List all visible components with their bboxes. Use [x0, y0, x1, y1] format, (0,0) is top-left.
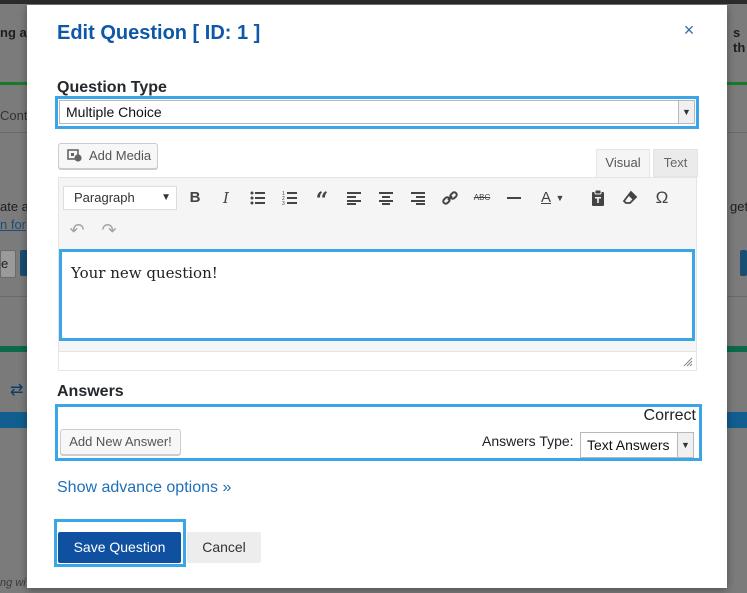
question-type-select[interactable]: Multiple Choice ▼ — [59, 100, 695, 124]
bg-fragment: s th — [733, 25, 746, 55]
redo-icon[interactable]: ↷ — [97, 218, 121, 242]
editor-toolbar: Paragraph ▼ B I 123 “ ABC A ▼ Ω ↶ ↷ — [59, 178, 696, 250]
bold-icon[interactable]: B — [183, 186, 207, 210]
bullet-list-icon[interactable] — [246, 186, 270, 210]
edit-question-modal: Edit Question [ ID: 1 ] × Question Type … — [27, 5, 727, 588]
tab-text[interactable]: Text — [653, 149, 698, 177]
undo-icon[interactable]: ↶ — [65, 218, 89, 242]
bg-button — [740, 250, 747, 276]
bg-footer-fragment: ng wi — [0, 577, 26, 589]
question-content-area[interactable]: Your new question! — [62, 252, 692, 338]
bg-fragment: ng a — [0, 25, 27, 40]
media-icon — [67, 149, 82, 162]
link-icon[interactable] — [438, 186, 462, 210]
bg-link: n for — [0, 217, 27, 232]
align-center-icon[interactable] — [374, 186, 398, 210]
question-type-label: Question Type — [57, 79, 167, 96]
answers-type-select[interactable]: Text Answers ▼ — [580, 432, 694, 458]
tab-visual[interactable]: Visual — [596, 149, 650, 177]
chevron-down-icon: ▼ — [161, 192, 171, 203]
chevron-down-icon: ▼ — [678, 101, 694, 123]
bg-repeat-icon: ⇄ — [10, 382, 24, 399]
clear-formatting-icon[interactable] — [618, 186, 642, 210]
numbered-list-icon[interactable]: 123 — [278, 186, 302, 210]
question-content-text: Your new question! — [71, 264, 218, 282]
format-select[interactable]: Paragraph ▼ — [63, 186, 177, 210]
show-advance-options-link[interactable]: Show advance options » — [57, 479, 231, 497]
horizontal-rule-icon[interactable] — [502, 186, 526, 210]
paste-text-icon[interactable] — [586, 186, 610, 210]
bg-fragment: get — [730, 199, 747, 214]
correct-column-label: Correct — [643, 407, 696, 424]
cancel-button[interactable]: Cancel — [187, 532, 261, 563]
bg-topbar — [0, 0, 747, 4]
format-select-value: Paragraph — [74, 190, 135, 205]
answers-label: Answers — [57, 383, 124, 400]
strikethrough-icon[interactable]: ABC — [470, 186, 494, 210]
resize-handle-icon[interactable] — [683, 357, 693, 367]
save-question-button[interactable]: Save Question — [58, 532, 181, 563]
add-media-button[interactable]: Add Media — [58, 143, 158, 169]
modal-title: Edit Question [ ID: 1 ] — [57, 22, 261, 44]
bg-button: e — [0, 250, 16, 278]
align-right-icon[interactable] — [406, 186, 430, 210]
answers-type-label: Answers Type: — [482, 433, 574, 449]
blockquote-icon[interactable]: “ — [310, 186, 334, 214]
special-character-icon[interactable]: Ω — [650, 186, 674, 210]
answers-type-value: Text Answers — [587, 437, 670, 453]
add-media-label: Add Media — [89, 148, 152, 163]
italic-icon[interactable]: I — [214, 186, 238, 210]
close-icon[interactable]: × — [680, 21, 698, 39]
editor-statusbar — [59, 351, 696, 370]
add-new-answer-button[interactable]: Add New Answer! — [60, 429, 181, 455]
align-left-icon[interactable] — [342, 186, 366, 210]
question-type-value: Multiple Choice — [66, 104, 162, 120]
svg-text:3: 3 — [282, 201, 285, 205]
bg-fragment: ate a — [0, 199, 29, 214]
chevron-down-icon: ▼ — [677, 433, 693, 457]
chevron-down-icon[interactable]: ▼ — [553, 186, 567, 210]
